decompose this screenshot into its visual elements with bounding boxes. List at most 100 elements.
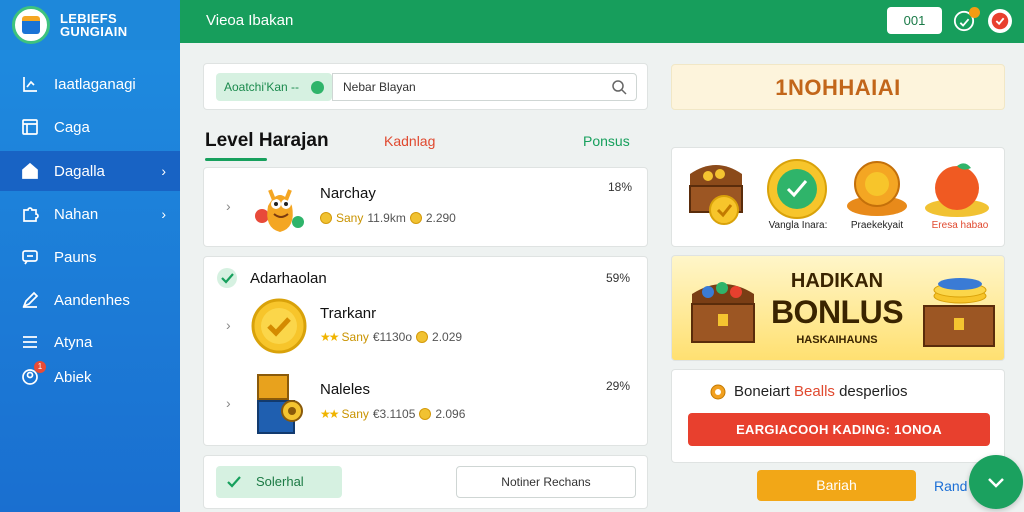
list-item-stats: ★★ Sany €3.1105 2.096 bbox=[320, 407, 465, 421]
outline-button[interactable]: Notiner Rechans bbox=[456, 466, 636, 498]
bonus-line3: HASKAIHAUNS bbox=[796, 334, 878, 346]
chart-icon bbox=[20, 74, 40, 94]
title-banner: 1NOHHAIAI bbox=[671, 64, 1005, 110]
offer-text-c: desperlios bbox=[839, 383, 908, 400]
sidebar-item-label: Atyna bbox=[54, 333, 93, 351]
check-icon bbox=[217, 268, 237, 288]
banner-title: 1NOHHAIAI bbox=[775, 75, 901, 100]
chevron-right-icon: › bbox=[226, 198, 231, 214]
message-icon bbox=[20, 247, 40, 267]
secondary-link[interactable]: Rand bbox=[934, 478, 967, 494]
list-card-group: Adarhaolan 59% › Trarkanr ★★ Sany €1130o… bbox=[203, 256, 648, 446]
offer-card: Boneiart Bealls desperlios EARGIACOOH KA… bbox=[671, 369, 1005, 463]
sidebar-item-label: Aandenhes bbox=[54, 291, 130, 309]
brand[interactable]: LEBIEFS GUNGIAIN bbox=[0, 0, 180, 50]
sidebar-item-3[interactable]: Dagalla › bbox=[0, 151, 180, 191]
list-item-stats: Sany 11.9km 2.290 bbox=[320, 211, 456, 225]
coin-pile-icon[interactable] bbox=[842, 158, 912, 220]
sidebar-item-4[interactable]: Nahan › bbox=[0, 194, 180, 234]
sidebar-item-5[interactable]: Pauns bbox=[0, 237, 180, 277]
profile-button[interactable] bbox=[988, 9, 1012, 33]
sidebar-item-7[interactable]: Atyna bbox=[0, 322, 180, 362]
stars-icon: ★★ bbox=[320, 407, 339, 421]
bonus-line1: HADIKAN bbox=[790, 270, 884, 292]
treasure-box-icon bbox=[257, 374, 303, 434]
bottom-card: Solerhal Notiner Rechans bbox=[203, 455, 648, 509]
list-item-title: Narchay bbox=[320, 185, 376, 202]
notification-button[interactable] bbox=[952, 7, 980, 33]
prize-label: Vangla Inara: bbox=[768, 220, 828, 231]
notification-badge: 1 bbox=[34, 361, 46, 373]
check-icon bbox=[988, 478, 1004, 488]
list-item-3[interactable]: › Naleles ★★ Sany €3.1105 2.096 29% bbox=[204, 369, 647, 443]
brand-logo-icon bbox=[12, 6, 50, 44]
coin-icon bbox=[710, 384, 726, 400]
notification-dot bbox=[969, 7, 980, 18]
treasure-chest-icon bbox=[691, 282, 755, 343]
header-button[interactable]: 001 bbox=[887, 7, 942, 34]
tab-level[interactable]: Level Harajan bbox=[205, 130, 329, 152]
top-bar: Vieoa Ibakan 001 bbox=[180, 0, 1024, 43]
status-chip[interactable]: Solerhal bbox=[216, 466, 342, 498]
orange-fruit-icon[interactable] bbox=[920, 158, 994, 220]
page-title: Vieoa Ibakan bbox=[206, 12, 294, 29]
search-icon[interactable] bbox=[611, 79, 627, 95]
list-item-title: Trarkanr bbox=[320, 305, 377, 322]
progress-percent: 18% bbox=[608, 180, 633, 194]
stat-a: 11.9km bbox=[367, 211, 406, 225]
sidebar-item-6[interactable]: Aandenhes bbox=[0, 280, 180, 320]
brand-line2: GUNGIAIN bbox=[60, 24, 128, 39]
bonus-banner[interactable]: HADIKAN BONLUS HASKAIHAUNS bbox=[671, 255, 1005, 361]
primary-action-button[interactable]: Bariah bbox=[757, 470, 916, 501]
stat-label: Sany bbox=[341, 330, 369, 344]
stars-icon: ★★ bbox=[320, 330, 339, 344]
sidebar: LEBIEFS GUNGIAIN Iaatlaganagi Caga Dagal… bbox=[0, 0, 180, 512]
fab-button[interactable] bbox=[969, 455, 1023, 509]
pencil-icon bbox=[20, 290, 40, 310]
offer-text-b: Bealls bbox=[794, 383, 835, 400]
group-percent: 59% bbox=[606, 271, 631, 285]
prize-label: Praekekyait bbox=[850, 220, 904, 231]
character-icon bbox=[255, 189, 304, 232]
gold-medal-icon[interactable] bbox=[766, 158, 828, 220]
brand-name: LEBIEFS GUNGIAIN bbox=[60, 12, 127, 38]
window-icon bbox=[20, 117, 40, 137]
stat-b: 2.096 bbox=[435, 407, 466, 421]
sidebar-item-label: Nahan bbox=[54, 205, 99, 223]
sidebar-item-8[interactable]: 1 Abiek bbox=[0, 357, 180, 397]
coin-icon bbox=[409, 212, 422, 224]
list-icon bbox=[20, 332, 40, 352]
stat-a: €1130o bbox=[372, 330, 413, 344]
stat-b: 2.029 bbox=[432, 330, 463, 344]
status-chip-label: Solerhal bbox=[256, 474, 304, 489]
prize-label: Eresa habao bbox=[931, 220, 989, 231]
stat-b: 2.290 bbox=[425, 211, 456, 225]
sidebar-item-2[interactable]: Caga bbox=[0, 107, 180, 147]
search-input[interactable] bbox=[332, 73, 637, 101]
group-title: Adarhaolan bbox=[250, 270, 327, 287]
puzzle-icon bbox=[20, 204, 40, 224]
tab-kadnlag[interactable]: Kadnlag bbox=[384, 133, 435, 149]
treasure-chest-icon[interactable] bbox=[684, 156, 748, 228]
filter-chip-label: Aoatchi'Kan -- bbox=[224, 80, 299, 94]
home-icon bbox=[20, 161, 40, 181]
tab-ponsus[interactable]: Ponsus bbox=[583, 133, 630, 149]
check-icon bbox=[227, 476, 241, 488]
chevron-right-icon: › bbox=[161, 206, 166, 222]
list-item-title: Naleles bbox=[320, 381, 371, 398]
sidebar-item-1[interactable]: Iaatlaganagi bbox=[0, 64, 180, 104]
list-item-2[interactable]: › Trarkanr ★★ Sany €1130o 2.029 bbox=[204, 295, 647, 365]
filter-chip[interactable]: Aoatchi'Kan -- bbox=[216, 73, 332, 101]
coin-icon bbox=[419, 408, 432, 420]
offer-button[interactable]: EARGIACOOH KADING: 1ONOA bbox=[688, 413, 990, 446]
coin-chest-icon bbox=[923, 278, 995, 347]
sidebar-item-label: Iaatlaganagi bbox=[54, 75, 136, 93]
list-card-1[interactable]: › Narchay Sany 11.9km 2.290 18% bbox=[203, 167, 648, 247]
stat-label: Sany bbox=[341, 407, 369, 421]
bonus-line2: BONLUS bbox=[770, 294, 904, 330]
chevron-right-icon: › bbox=[226, 395, 231, 411]
coin-icon bbox=[416, 331, 429, 343]
offer-text: Boneiart Bealls desperlios bbox=[734, 383, 907, 400]
avatar-icon bbox=[991, 12, 1009, 30]
search-card: Aoatchi'Kan -- bbox=[203, 63, 648, 110]
